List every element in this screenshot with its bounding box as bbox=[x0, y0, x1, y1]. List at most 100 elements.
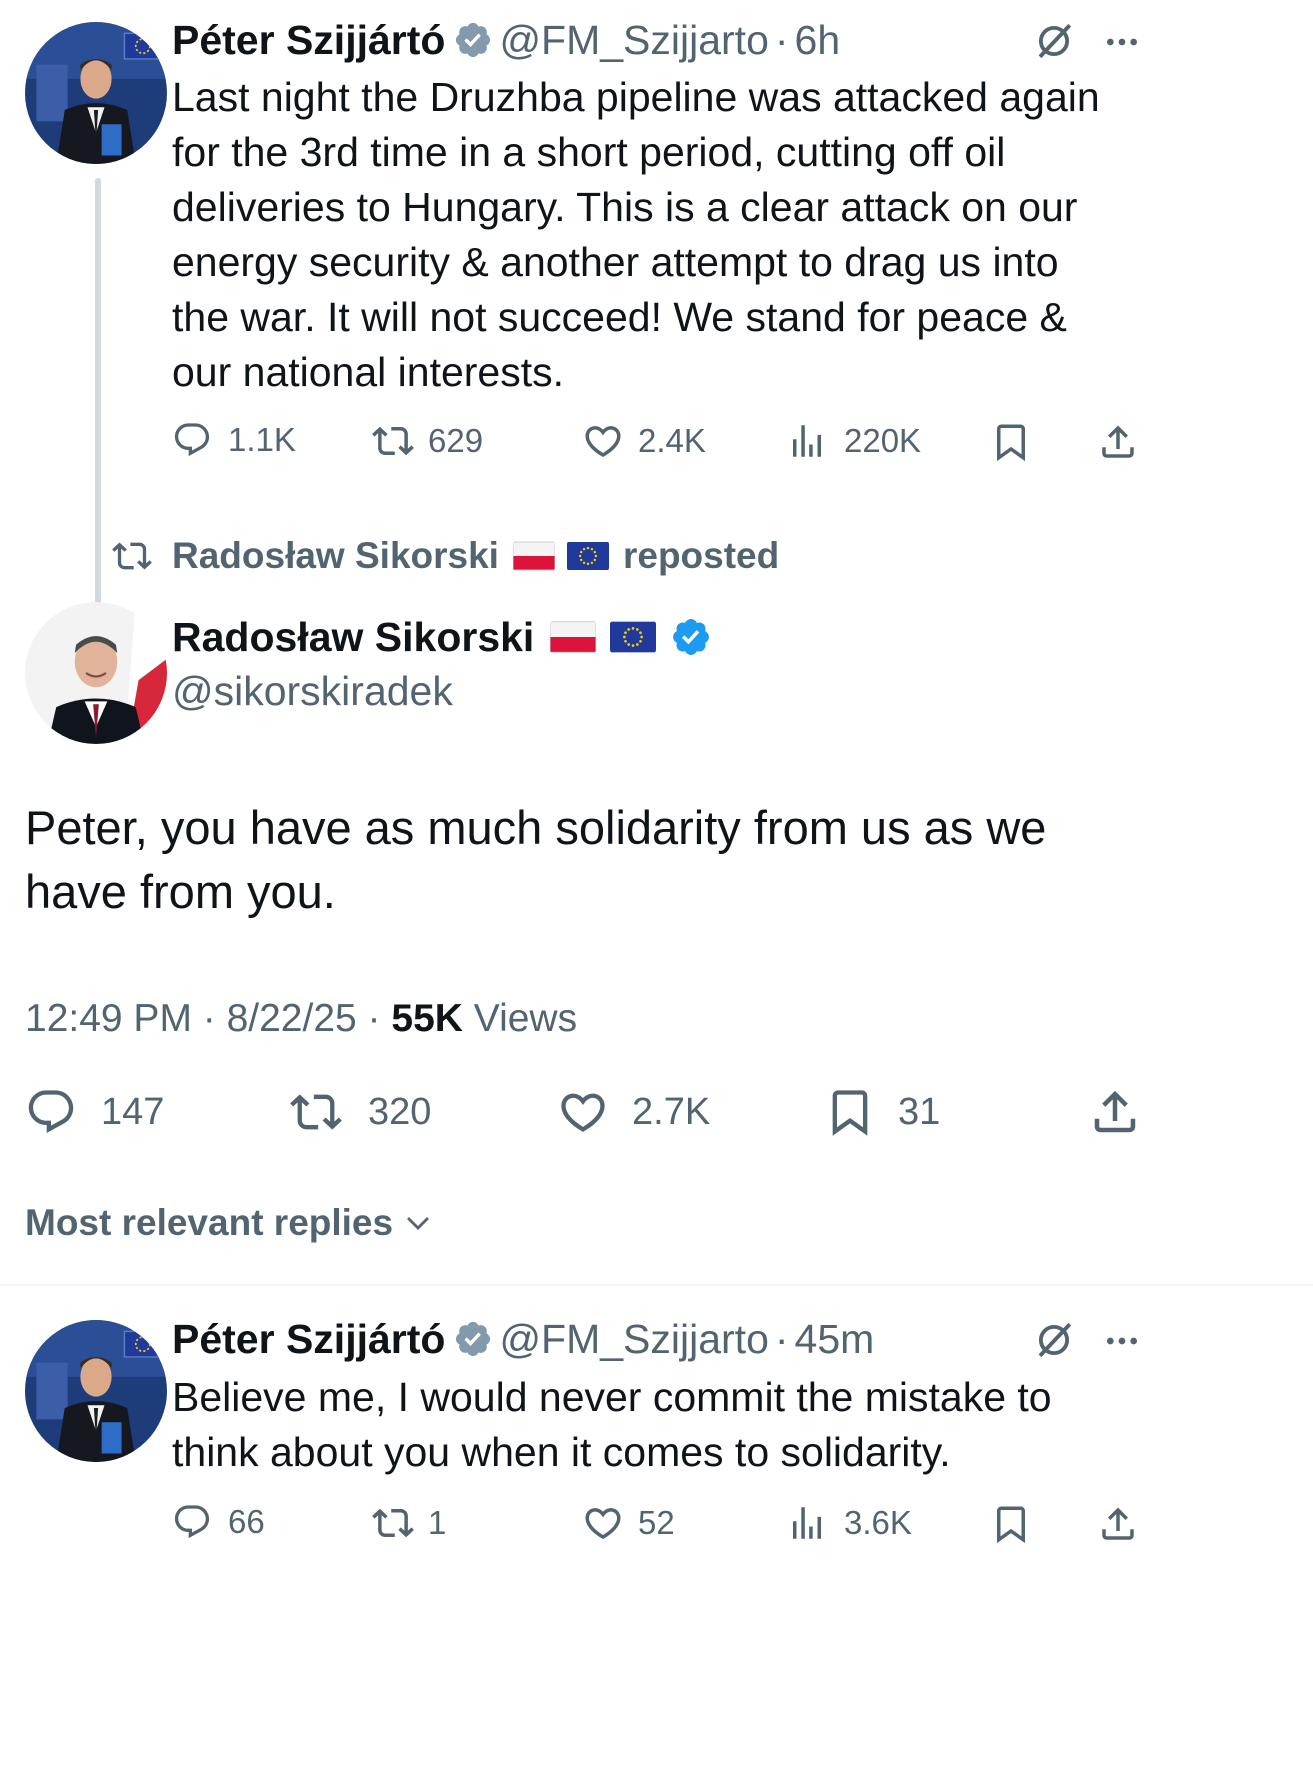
reposter-name: Radosław Sikorski bbox=[172, 535, 499, 576]
tweet-text: Believe me, I would never commit the mis… bbox=[172, 1370, 1302, 1480]
tweet-header: Péter Szijjártó @FM_Szijjarto · 45m bbox=[172, 1313, 874, 1365]
repost-icon bbox=[112, 536, 152, 576]
views-count: 220K bbox=[844, 422, 922, 459]
text-line: have from you. bbox=[25, 865, 336, 918]
author-name[interactable]: Radosław Sikorski bbox=[172, 614, 534, 661]
reply-icon bbox=[172, 1502, 212, 1542]
text-line: Believe me, I would never commit the mis… bbox=[172, 1374, 1052, 1420]
separator-dot: · bbox=[774, 1315, 789, 1362]
reply-count: 147 bbox=[101, 1090, 165, 1133]
share-icon bbox=[1088, 1084, 1142, 1140]
views-label: Views bbox=[462, 997, 578, 1040]
like-button[interactable]: 2.7K bbox=[556, 1086, 710, 1138]
bookmark-button[interactable] bbox=[990, 1502, 1032, 1546]
more-icon[interactable] bbox=[1102, 22, 1142, 62]
eu-flag-icon bbox=[610, 621, 656, 653]
poland-flag-icon bbox=[550, 621, 596, 653]
text-line: think about you when it comes to solidar… bbox=[172, 1429, 951, 1475]
author-handle[interactable]: @FM_Szijjarto bbox=[499, 17, 768, 64]
like-icon bbox=[556, 1086, 610, 1138]
avatar[interactable] bbox=[25, 1320, 167, 1462]
repost-button[interactable]: 1 bbox=[372, 1502, 446, 1544]
tweet-time[interactable]: 45m bbox=[795, 1316, 875, 1363]
avatar-image bbox=[25, 22, 167, 164]
share-button[interactable] bbox=[1097, 1502, 1139, 1546]
repost-count: 320 bbox=[368, 1090, 432, 1133]
bookmark-icon bbox=[824, 1084, 876, 1140]
reply-button[interactable]: 1.1K bbox=[172, 420, 296, 460]
avatar[interactable] bbox=[25, 22, 167, 164]
reply-button[interactable]: 66 bbox=[172, 1502, 265, 1542]
like-button[interactable]: 2.4K bbox=[582, 420, 706, 462]
like-button[interactable]: 52 bbox=[582, 1502, 675, 1544]
share-icon bbox=[1097, 420, 1139, 464]
main-tweet-text: Peter, you have as much solidarity from … bbox=[25, 796, 1295, 924]
avatar-image bbox=[25, 602, 167, 744]
bookmark-button[interactable]: 31 bbox=[824, 1084, 940, 1140]
repost-count: 1 bbox=[428, 1504, 447, 1541]
more-icon[interactable] bbox=[1102, 1321, 1142, 1361]
views-icon bbox=[786, 420, 828, 462]
like-icon bbox=[582, 420, 624, 462]
reply-button[interactable]: 147 bbox=[25, 1086, 164, 1138]
text-line: Last night the Druzhba pipeline was atta… bbox=[172, 74, 1100, 120]
separator-dot: · bbox=[774, 16, 789, 63]
reply-count: 66 bbox=[228, 1503, 265, 1540]
replies-sort-dropdown[interactable]: Most relevant replies bbox=[25, 1198, 433, 1248]
reply-icon bbox=[172, 420, 212, 460]
poland-flag-icon bbox=[513, 541, 555, 571]
text-line: the war. It will not succeed! We stand f… bbox=[172, 294, 1067, 340]
chevron-down-icon bbox=[403, 1208, 433, 1238]
eu-flag-icon bbox=[567, 541, 609, 571]
verified-badge bbox=[453, 1319, 493, 1359]
author-name[interactable]: Péter Szijjártó bbox=[172, 1316, 445, 1363]
bookmark-button[interactable] bbox=[990, 420, 1032, 464]
avatar-image bbox=[25, 1320, 167, 1462]
share-button[interactable] bbox=[1088, 1084, 1142, 1140]
timestamp[interactable]: 12:49 PM · 8/22/25 · bbox=[25, 997, 391, 1040]
text-line: deliveries to Hungary. This is a clear a… bbox=[172, 184, 1078, 230]
share-icon bbox=[1097, 1502, 1139, 1546]
repost-button[interactable]: 320 bbox=[288, 1086, 431, 1138]
text-line: our national interests. bbox=[172, 349, 565, 395]
verified-badge bbox=[670, 616, 712, 658]
verified-badge bbox=[453, 20, 493, 60]
repost-button[interactable]: 629 bbox=[372, 420, 483, 462]
text-line: energy security & another attempt to dra… bbox=[172, 239, 1059, 285]
main-author-row: Radosław Sikorski bbox=[172, 610, 712, 664]
like-count: 2.4K bbox=[638, 422, 706, 459]
reposted-label: reposted bbox=[622, 535, 780, 576]
views-button[interactable]: 220K bbox=[786, 420, 921, 462]
views-icon bbox=[786, 1502, 828, 1544]
text-line: for the 3rd time in a short period, cutt… bbox=[172, 129, 1006, 175]
views-count: 55K bbox=[391, 997, 463, 1040]
bookmark-icon bbox=[990, 1502, 1032, 1546]
reply-count: 1.1K bbox=[228, 421, 296, 458]
like-count: 2.7K bbox=[632, 1090, 711, 1133]
like-icon bbox=[582, 1502, 624, 1544]
views-count: 3.6K bbox=[844, 1504, 912, 1541]
reply-icon bbox=[25, 1086, 77, 1138]
bookmark-icon bbox=[990, 420, 1032, 464]
repost-icon bbox=[372, 420, 414, 462]
repost-count: 629 bbox=[428, 422, 484, 459]
author-handle[interactable]: @sikorskiradek bbox=[172, 666, 453, 716]
like-count: 52 bbox=[638, 1504, 675, 1541]
repost-icon bbox=[288, 1086, 344, 1138]
author-name[interactable]: Péter Szijjártó bbox=[172, 17, 445, 64]
text-line: Peter, you have as much solidarity from … bbox=[25, 801, 1047, 854]
grok-icon[interactable] bbox=[1033, 20, 1075, 62]
share-button[interactable] bbox=[1097, 420, 1139, 464]
tweet-time[interactable]: 6h bbox=[795, 17, 841, 64]
repost-banner[interactable]: Radosław Sikorski reposted bbox=[112, 532, 779, 580]
bookmark-count: 31 bbox=[898, 1090, 941, 1133]
views-button[interactable]: 3.6K bbox=[786, 1502, 912, 1544]
thread-connector-line bbox=[95, 178, 101, 660]
avatar[interactable] bbox=[25, 602, 167, 744]
grok-icon[interactable] bbox=[1033, 1319, 1075, 1361]
author-handle[interactable]: @FM_Szijjarto bbox=[499, 1316, 768, 1363]
repost-icon bbox=[372, 1502, 414, 1544]
tweet-meta: 12:49 PM · 8/22/25 · 55K Views bbox=[25, 994, 577, 1044]
section-divider bbox=[0, 1284, 1313, 1286]
replies-sort-label: Most relevant replies bbox=[25, 1202, 394, 1243]
